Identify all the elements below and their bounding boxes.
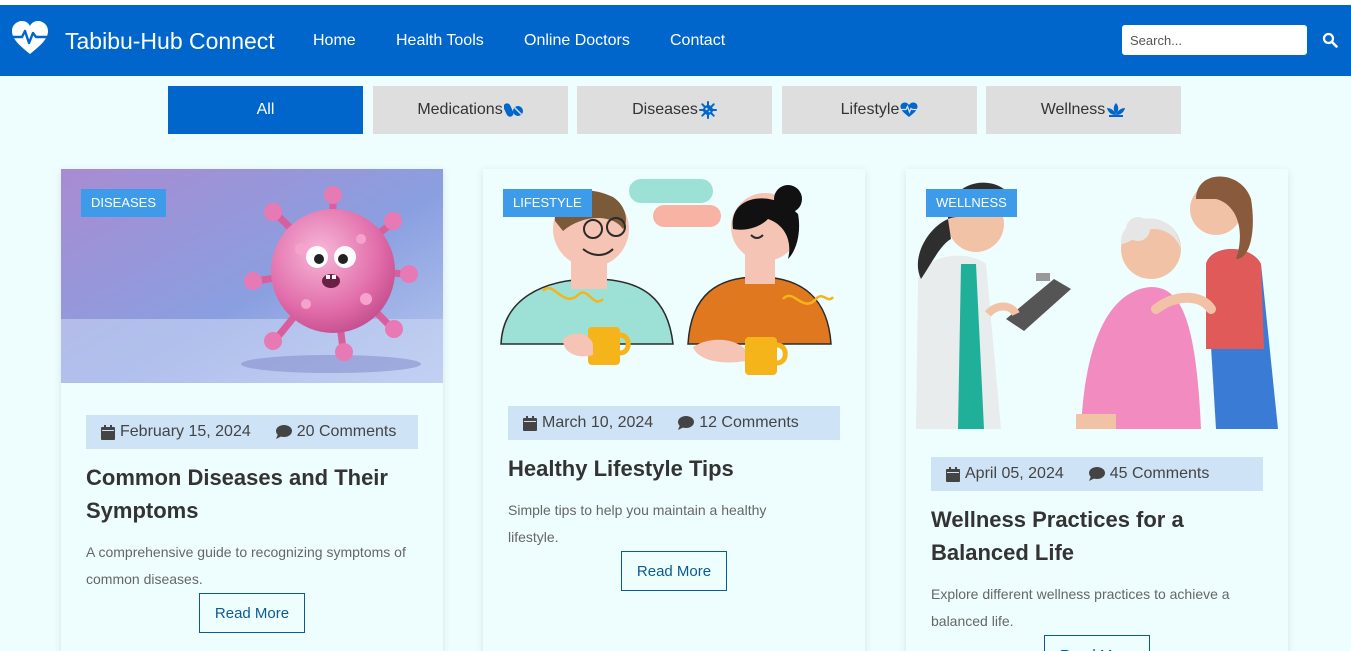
post-meta: March 10, 2024 12 Comments [508, 406, 840, 440]
card-description: Explore different wellness practices to … [931, 586, 1230, 629]
heart-pulse-icon [12, 21, 48, 54]
post-date: March 10, 2024 [542, 414, 654, 431]
calendar-icon [946, 466, 960, 482]
filter-lifestyle[interactable]: Lifestyle [782, 86, 977, 134]
category-badge[interactable]: LIFESTYLE [503, 189, 592, 217]
comment-icon [1088, 467, 1105, 481]
post-date: April 05, 2024 [965, 465, 1064, 482]
nav-health-tools[interactable]: Health Tools [396, 32, 484, 50]
card-description: Simple tips to help you maintain a healt… [508, 502, 767, 545]
filter-all[interactable]: All [168, 86, 363, 134]
filter-label: Lifestyle [840, 101, 900, 118]
comment-icon [678, 416, 695, 430]
search-icon[interactable] [1322, 32, 1338, 48]
filter-medications[interactable]: Medications [373, 86, 568, 134]
category-badge[interactable]: WELLNESS [926, 189, 1017, 217]
comment-count[interactable]: 20 Comments [297, 423, 397, 441]
search-input[interactable] [1122, 25, 1307, 55]
calendar-icon [523, 415, 537, 431]
comment-icon [275, 425, 292, 439]
filter-wellness[interactable]: Wellness [986, 86, 1181, 134]
read-more-button[interactable]: Read More [621, 551, 727, 591]
article-card: DISEASES February 15, 2024 20 Comments C… [61, 169, 443, 651]
lotus-icon [1107, 103, 1126, 117]
filter-label: Wellness [1040, 101, 1106, 118]
read-more-button[interactable]: Read More [1044, 635, 1150, 651]
post-meta: April 05, 2024 45 Comments [931, 457, 1263, 491]
nav-online-doctors[interactable]: Online Doctors [524, 32, 630, 50]
navbar: Tabibu-Hub Connect Home Health Tools Onl… [0, 5, 1351, 76]
comment-count[interactable]: 45 Comments [1110, 465, 1210, 483]
comment-count[interactable]: 12 Comments [699, 414, 799, 432]
card-title[interactable]: Healthy Lifestyle Tips [508, 452, 843, 485]
nav-contact[interactable]: Contact [670, 32, 725, 50]
calendar-icon [101, 424, 115, 440]
nav-home[interactable]: Home [313, 32, 356, 50]
filter-label: Medications [417, 101, 503, 118]
category-badge[interactable]: DISEASES [81, 189, 167, 217]
card-description: A comprehensive guide to recognizing sym… [86, 544, 406, 587]
card-title[interactable]: Wellness Practices for a Balanced Life [931, 503, 1231, 569]
post-date: February 15, 2024 [120, 423, 251, 440]
article-card: LIFESTYLE March 10, 2024 12 Comments Hea… [483, 169, 865, 651]
article-card: WELLNESS April 05, 2024 45 Comments Well… [906, 169, 1288, 651]
filter-label: All [256, 101, 275, 118]
filter-label: Diseases [632, 101, 698, 118]
read-more-button[interactable]: Read More [199, 593, 305, 633]
filter-diseases[interactable]: Diseases [577, 86, 772, 134]
brand-title[interactable]: Tabibu-Hub Connect [65, 28, 275, 55]
virus-icon [698, 101, 717, 119]
pills-icon [503, 103, 523, 117]
heart-pulse-icon [900, 102, 918, 117]
card-title[interactable]: Common Diseases and Their Symptoms [86, 461, 421, 527]
post-meta: February 15, 2024 20 Comments [86, 415, 418, 449]
